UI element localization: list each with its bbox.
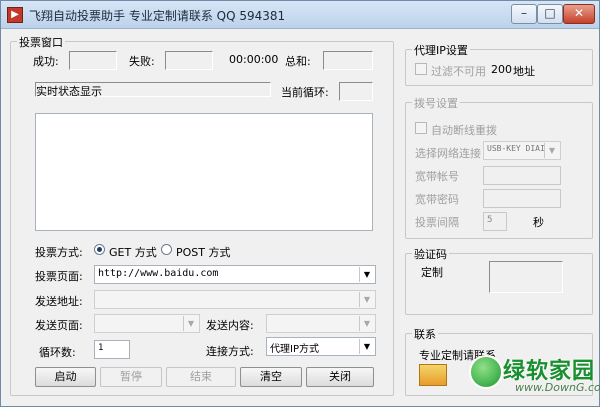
vote-page-value: http://www.baidu.com (98, 268, 219, 279)
start-button[interactable]: 启动 (35, 367, 96, 387)
send-page-combo[interactable]: ▼ (94, 314, 200, 333)
vote-page-combo[interactable]: http://www.baidu.com ▼ (94, 265, 376, 284)
chevron-down-icon[interactable]: ▼ (544, 143, 559, 158)
send-address-combo[interactable]: ▼ (94, 290, 376, 309)
window-title: 飞翔自动投票助手 专业定制请联系 QQ 594381 (29, 9, 286, 23)
account-input[interactable] (483, 166, 561, 185)
app-icon: ▶ (7, 7, 23, 23)
app-window: ▶ 飞翔自动投票助手 专业定制请联系 QQ 594381 – □ ✕ 投票窗口 … (0, 0, 600, 407)
proxy-count-value: 200 (491, 63, 512, 76)
auto-redial-checkbox[interactable] (415, 122, 427, 134)
leaf-logo-icon (469, 355, 503, 389)
filter-unavailable-checkbox[interactable] (415, 63, 427, 75)
contact-group-title: 联系 (412, 326, 438, 342)
send-address-label: 发送地址: (35, 295, 83, 308)
connect-label: 连接方式: (206, 345, 254, 358)
connect-method-combo[interactable]: 代理IP方式 ▼ (266, 337, 376, 356)
watermark-url: www.DownG.com (515, 381, 600, 394)
chevron-down-icon[interactable]: ▼ (183, 316, 198, 331)
method-post-radio[interactable] (161, 244, 172, 255)
connect-method-value: 代理IP方式 (270, 344, 319, 355)
captcha-image-box (489, 261, 563, 293)
success-count-field (69, 51, 117, 70)
filter-unavailable-label: 过滤不可用 (431, 65, 486, 78)
fail-label: 失败: (129, 55, 155, 68)
stop-button[interactable]: 结束 (166, 367, 236, 387)
qq-contact-icon[interactable] (419, 364, 447, 386)
send-page-label: 发送页面: (35, 319, 83, 332)
method-post-label: POST 方式 (176, 246, 231, 259)
network-value: USB-KEY DIAI (487, 144, 545, 153)
proxy-count-unit: 地址 (513, 65, 535, 78)
method-get-label: GET 方式 (109, 246, 157, 259)
send-content-combo[interactable]: ▼ (266, 314, 376, 333)
log-output-area[interactable] (35, 113, 373, 231)
loop-count-label: 循环数: (39, 346, 76, 359)
fail-count-field (165, 51, 213, 70)
captcha-custom-label: 定制 (421, 266, 443, 279)
current-loop-field (339, 82, 373, 101)
current-loop-label: 当前循环: (281, 86, 329, 99)
interval-unit: 秒 (533, 216, 544, 229)
total-count-field (323, 51, 373, 70)
page-label: 投票页面: (35, 270, 83, 283)
interval-input[interactable]: 5 (483, 212, 507, 231)
maximize-button[interactable]: □ (537, 4, 563, 24)
site-watermark: 绿软家园 www.DownG.com (469, 349, 600, 401)
auto-redial-label: 自动断线重拨 (431, 124, 497, 137)
minimize-button[interactable]: – (511, 4, 537, 24)
chevron-down-icon[interactable]: ▼ (359, 316, 374, 331)
pause-button[interactable]: 暂停 (100, 367, 162, 387)
send-content-label: 发送内容: (206, 319, 254, 332)
close-button[interactable]: 关闭 (306, 367, 374, 387)
loop-count-value: 1 (98, 343, 104, 353)
status-text: 实时状态显示 (36, 85, 102, 98)
interval-label: 投票间隔 (415, 216, 459, 229)
password-input[interactable] (483, 189, 561, 208)
network-combo[interactable]: USB-KEY DIAI ▼ (483, 141, 561, 160)
dial-group-title: 拨号设置 (412, 95, 460, 111)
clear-button[interactable]: 清空 (240, 367, 302, 387)
vote-window-title: 投票窗口 (17, 34, 65, 50)
elapsed-time: 00:00:00 (229, 53, 279, 66)
method-label: 投票方式: (35, 246, 83, 259)
proxy-group-title: 代理IP设置 (412, 42, 470, 58)
interval-value: 5 (487, 215, 493, 225)
method-get-radio[interactable] (94, 244, 105, 255)
chevron-down-icon[interactable]: ▼ (359, 339, 374, 354)
network-label: 选择网络连接 (415, 147, 481, 160)
loop-count-input[interactable]: 1 (94, 340, 130, 359)
chevron-down-icon[interactable]: ▼ (359, 267, 374, 282)
title-bar[interactable]: ▶ 飞翔自动投票助手 专业定制请联系 QQ 594381 – □ ✕ (1, 1, 599, 29)
account-label: 宽带帐号 (415, 170, 459, 183)
success-label: 成功: (33, 55, 59, 68)
chevron-down-icon[interactable]: ▼ (359, 292, 374, 307)
total-label: 总和: (285, 55, 311, 68)
close-window-button[interactable]: ✕ (563, 4, 595, 24)
captcha-group-title: 验证码 (412, 246, 449, 262)
password-label: 宽带密码 (415, 193, 459, 206)
